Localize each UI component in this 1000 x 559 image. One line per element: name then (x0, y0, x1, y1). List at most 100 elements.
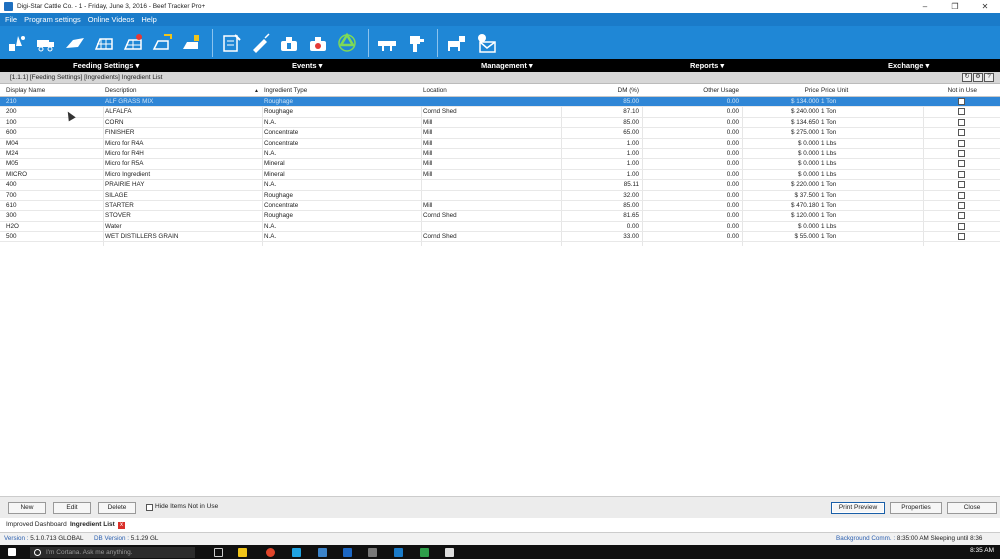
email-icon[interactable] (472, 30, 497, 55)
col-dm[interactable]: DM (%) (561, 87, 639, 94)
feeding-icon[interactable] (4, 30, 29, 55)
breadcrumb: [1.1.1] [Feeding Settings] [Ingredients]… (0, 72, 1000, 84)
table-row[interactable]: 400 PRAIRIE HAY N.A. 85.11 0.00 $ 220.000 1 To… (0, 180, 1000, 191)
cell-display-name: 700 (6, 191, 17, 199)
refresh-icon[interactable]: ↻ (962, 73, 972, 82)
table-row[interactable]: M24 Micro for R4H N.A. Mill 1.00 0.00 $ 0.000 1… (0, 149, 1000, 160)
not-in-use-checkbox[interactable] (958, 181, 965, 189)
nav-events[interactable]: Events ▾ (292, 61, 322, 70)
tab-ingredient-list[interactable]: Ingredient List (70, 521, 115, 528)
digistar-icon[interactable] (394, 548, 403, 557)
settings-icon[interactable]: ⚙ (973, 73, 983, 82)
excel-icon[interactable] (420, 548, 429, 557)
cell-display-name: 300 (6, 212, 17, 220)
table-row[interactable]: M05 Micro for R5A Mineral Mill 1.00 0.00 $ 0.0… (0, 159, 1000, 170)
table-row[interactable]: 600 FINISHER Concentrate Mill 65.00 0.00 $ 275… (0, 128, 1000, 139)
properties-button[interactable]: Properties (890, 502, 942, 514)
chrome-icon[interactable] (266, 548, 275, 557)
not-in-use-checkbox[interactable] (958, 98, 965, 105)
close-tab-icon[interactable]: x (118, 522, 125, 529)
cortana-icon (34, 549, 41, 556)
windows-start-icon[interactable] (8, 548, 16, 556)
menu-program-settings[interactable]: Program settings (24, 15, 81, 24)
file-explorer-icon[interactable] (238, 548, 247, 557)
new-button[interactable]: New (8, 502, 46, 514)
nav-management[interactable]: Management ▾ (481, 61, 533, 70)
scale-truck-icon[interactable] (374, 30, 399, 55)
table-row[interactable]: 200 ALFALFA Roughage Cornd Shed 87.10 0.00 $ 2… (0, 107, 1000, 118)
store-icon[interactable] (318, 548, 327, 557)
ration-icon[interactable] (62, 30, 87, 55)
not-in-use-checkbox[interactable] (958, 170, 965, 178)
menu-file[interactable]: File (5, 15, 17, 24)
not-in-use-checkbox[interactable] (958, 129, 965, 137)
not-in-use-checkbox[interactable] (958, 139, 965, 147)
pen-alert-icon[interactable] (120, 30, 145, 55)
pen-transfer-icon[interactable] (149, 30, 174, 55)
table-row[interactable]: 210 ALF GRASS MIX Roughage 85.00 0.00 $ 134.0… (0, 97, 1000, 108)
menu-help[interactable]: Help (141, 15, 156, 24)
cell-other-usage: 0.00 (726, 170, 739, 178)
col-not-in-use[interactable]: Not in Use (923, 87, 977, 94)
table-row[interactable]: 100 CORN N.A. Mill 85.00 0.00 $ 134.650 1 Ton (0, 118, 1000, 129)
notes-icon[interactable] (218, 30, 243, 55)
nav-exchange[interactable]: Exchange ▾ (888, 61, 929, 70)
loader-icon[interactable] (403, 30, 428, 55)
nav-feeding-settings[interactable]: Feeding Settings ▾ (73, 61, 139, 70)
not-in-use-checkbox[interactable] (958, 201, 965, 209)
table-row[interactable]: 610 STARTER Concentrate Mill 85.00 0.00 $ 470.… (0, 201, 1000, 212)
outlook-icon[interactable] (343, 548, 352, 557)
chute-icon[interactable] (443, 30, 468, 55)
not-in-use-checkbox[interactable] (958, 222, 965, 230)
task-view-icon[interactable] (214, 548, 223, 557)
not-in-use-checkbox[interactable] (958, 118, 965, 126)
col-ingredient-type[interactable]: Ingredient Type (264, 87, 307, 94)
col-description[interactable]: Description (105, 87, 137, 94)
minimize-button[interactable]: – (910, 0, 940, 13)
col-location[interactable]: Location (423, 87, 447, 94)
close-button[interactable]: Close (947, 502, 997, 514)
cell-display-name: 600 (6, 129, 17, 137)
pen-feed-icon[interactable] (178, 30, 203, 55)
not-in-use-checkbox[interactable] (958, 149, 965, 157)
not-in-use-checkbox[interactable] (958, 212, 965, 220)
tab-improved-dashboard[interactable]: Improved Dashboard (6, 521, 67, 528)
table-row[interactable]: 500 WET DISTILLERS GRAIN N.A. Cornd Shed 33.… (0, 232, 1000, 243)
table-row[interactable]: M04 Micro for R4A Concentrate Mill 1.00 0.00 $… (0, 139, 1000, 149)
truck-icon[interactable] (33, 30, 58, 55)
not-in-use-checkbox[interactable] (958, 108, 965, 116)
help-icon[interactable]: ? (984, 73, 994, 82)
not-in-use-checkbox[interactable] (958, 160, 965, 168)
cell-price: $ 220.000 (790, 181, 819, 189)
table-row[interactable]: MICRO Micro Ingredient Mineral Mill 1.00 0.00… (0, 170, 1000, 181)
restore-button[interactable]: ❐ (940, 0, 970, 13)
medicine-icon[interactable] (276, 30, 301, 55)
syringe-icon[interactable] (247, 30, 272, 55)
cell-description: ALFALFA (105, 108, 132, 116)
col-price[interactable]: Price (742, 87, 819, 94)
col-price-unit[interactable]: Price Unit (821, 87, 848, 94)
app-icon[interactable] (368, 548, 377, 557)
nav-reports[interactable]: Reports ▾ (690, 61, 724, 70)
cortana-search[interactable]: I'm Cortana. Ask me anything. (30, 547, 195, 558)
menu-online-videos[interactable]: Online Videos (88, 15, 135, 24)
edit-button[interactable]: Edit (53, 502, 91, 514)
cell-location: Mill (423, 160, 433, 168)
medicine-alert-icon[interactable] (305, 30, 330, 55)
hide-not-in-use-checkbox[interactable] (146, 504, 153, 511)
close-window-button[interactable]: ✕ (970, 0, 1000, 13)
cell-display-name: 500 (6, 233, 17, 241)
table-row[interactable]: H2O Water N.A. 0.00 0.00 $ 0.000 1 Lbs (0, 222, 1000, 233)
col-display-name[interactable]: Display Name (6, 87, 45, 94)
print-preview-button[interactable]: Print Preview (831, 502, 885, 514)
not-in-use-checkbox[interactable] (958, 233, 965, 241)
delete-button[interactable]: Delete (98, 502, 136, 514)
recycle-icon[interactable] (334, 30, 359, 55)
table-row[interactable]: 700 SILAGE Roughage 32.00 0.00 $ 37.500 1 Ton (0, 191, 1000, 201)
skype-icon[interactable] (292, 548, 301, 557)
document-icon[interactable] (445, 548, 454, 557)
col-other-usage[interactable]: Other Usage (642, 87, 739, 94)
pen-icon[interactable] (91, 30, 116, 55)
not-in-use-checkbox[interactable] (958, 191, 965, 199)
table-row[interactable]: 300 STOVER Roughage Cornd Shed 81.65 0.00 $ 12… (0, 211, 1000, 222)
